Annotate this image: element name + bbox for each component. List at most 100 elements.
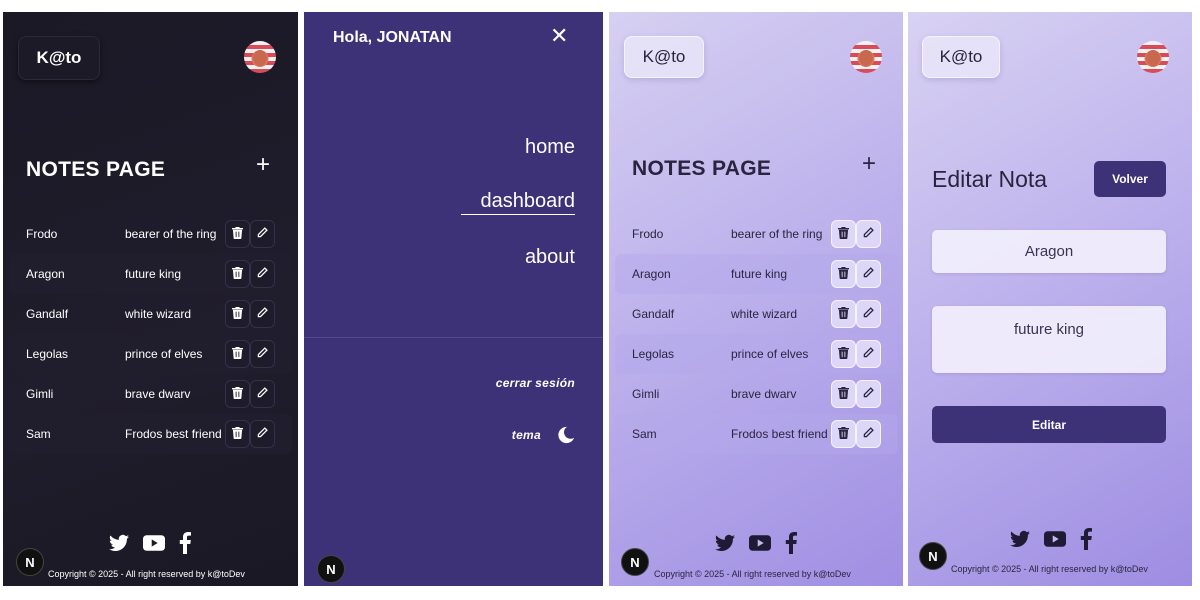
note-row: Frodo bearer of the ring <box>615 214 898 254</box>
trash-icon <box>838 306 849 322</box>
menu-link-home[interactable]: home <box>525 136 575 159</box>
edit-note-button[interactable] <box>250 420 275 448</box>
edit-note-button[interactable] <box>250 260 275 288</box>
edit-note-button[interactable] <box>856 380 881 408</box>
youtube-icon[interactable] <box>143 535 165 551</box>
close-icon[interactable]: ✕ <box>550 23 568 49</box>
note-description: bearer of the ring <box>125 227 217 241</box>
add-note-button[interactable]: + <box>862 150 876 178</box>
note-description: brave dwarv <box>125 387 191 401</box>
note-row: Aragon future king <box>9 254 292 294</box>
social-links <box>715 532 797 554</box>
note-description: bearer of the ring <box>731 227 823 241</box>
edit-note-button[interactable] <box>856 220 881 248</box>
edit-note-button[interactable] <box>250 300 275 328</box>
theme-label: tema <box>511 428 541 442</box>
trash-icon <box>838 426 849 442</box>
edit-note-page: K@to Editar Nota Volver Aragon future ki… <box>908 12 1192 586</box>
delete-note-button[interactable] <box>831 220 856 248</box>
youtube-icon[interactable] <box>749 535 771 551</box>
greeting: Hola, JONATAN <box>333 29 452 46</box>
logout-button[interactable]: cerrar sesión <box>496 376 575 390</box>
social-links <box>1010 528 1092 550</box>
theme-toggle[interactable]: tema <box>512 426 575 444</box>
note-description-textarea[interactable]: future king <box>932 306 1166 373</box>
note-name: Sam <box>26 427 51 441</box>
youtube-icon[interactable] <box>1044 531 1066 547</box>
note-row: Gandalf white wizard <box>9 294 292 334</box>
note-name: Frodo <box>632 227 664 241</box>
trash-icon <box>838 226 849 242</box>
side-menu: Hola, JONATAN ✕ home dashboard about cer… <box>304 12 603 586</box>
pencil-icon <box>863 307 874 321</box>
note-name: Aragon <box>632 267 671 281</box>
edit-note-button[interactable] <box>856 300 881 328</box>
delete-note-button[interactable] <box>225 420 250 448</box>
copyright-text: Copyright © 2025 - All right reserved by… <box>48 569 245 579</box>
facebook-icon[interactable] <box>1080 528 1092 550</box>
nextjs-badge: N <box>919 542 947 570</box>
edit-note-button[interactable] <box>250 380 275 408</box>
pencil-icon <box>863 347 874 361</box>
page-title: NOTES PAGE <box>632 157 772 180</box>
nextjs-badge: N <box>16 548 44 576</box>
nextjs-badge: N <box>621 548 649 576</box>
delete-note-button[interactable] <box>831 260 856 288</box>
note-name: Frodo <box>26 227 58 241</box>
facebook-icon[interactable] <box>785 532 797 554</box>
menu-divider <box>304 337 603 338</box>
trash-icon <box>232 226 243 242</box>
active-link-underline <box>461 214 575 215</box>
back-button[interactable]: Volver <box>1094 161 1166 197</box>
page-title: Editar Nota <box>932 166 1048 192</box>
note-row: Aragon future king <box>615 254 898 294</box>
trash-icon <box>232 346 243 362</box>
menu-link-about[interactable]: about <box>525 246 575 269</box>
delete-note-button[interactable] <box>831 300 856 328</box>
twitter-icon[interactable] <box>1010 530 1030 548</box>
delete-note-button[interactable] <box>831 380 856 408</box>
avatar[interactable] <box>1137 41 1169 73</box>
delete-note-button[interactable] <box>225 380 250 408</box>
brand-logo-button[interactable]: K@to <box>18 36 100 80</box>
note-description: white wizard <box>731 307 798 321</box>
copyright-text: Copyright © 2025 - All right reserved by… <box>654 569 851 579</box>
trash-icon <box>232 306 243 322</box>
menu-link-dashboard[interactable]: dashboard <box>480 190 575 213</box>
note-row: Frodo bearer of the ring <box>9 214 292 254</box>
edit-note-button[interactable] <box>856 260 881 288</box>
note-row: Sam Frodos best friend <box>615 414 898 454</box>
note-name: Aragon <box>26 267 65 281</box>
pencil-icon <box>257 307 268 321</box>
note-description: future king <box>731 267 788 281</box>
nextjs-badge: N <box>317 555 345 583</box>
delete-note-button[interactable] <box>831 340 856 368</box>
brand-logo-button[interactable]: K@to <box>624 36 704 78</box>
add-note-button[interactable]: + <box>256 151 270 179</box>
edit-note-button[interactable] <box>250 340 275 368</box>
brand-logo-button[interactable]: K@to <box>922 36 1000 78</box>
submit-edit-button[interactable]: Editar <box>932 406 1166 443</box>
note-row: Legolas prince of elves <box>615 334 898 374</box>
facebook-icon[interactable] <box>179 532 191 554</box>
edit-note-button[interactable] <box>856 340 881 368</box>
twitter-icon[interactable] <box>715 534 735 552</box>
note-description: future king <box>125 267 182 281</box>
note-name-input[interactable]: Aragon <box>932 230 1166 273</box>
pencil-icon <box>863 227 874 241</box>
pencil-icon <box>257 427 268 441</box>
edit-note-button[interactable] <box>856 420 881 448</box>
delete-note-button[interactable] <box>225 260 250 288</box>
delete-note-button[interactable] <box>225 220 250 248</box>
delete-note-button[interactable] <box>831 420 856 448</box>
avatar[interactable] <box>850 41 882 73</box>
trash-icon <box>838 346 849 362</box>
note-name: Gimli <box>632 387 660 401</box>
avatar[interactable] <box>244 41 276 73</box>
twitter-icon[interactable] <box>109 534 129 552</box>
delete-note-button[interactable] <box>225 300 250 328</box>
page-title: NOTES PAGE <box>26 158 166 181</box>
edit-note-button[interactable] <box>250 220 275 248</box>
delete-note-button[interactable] <box>225 340 250 368</box>
note-description: prince of elves <box>125 347 203 361</box>
